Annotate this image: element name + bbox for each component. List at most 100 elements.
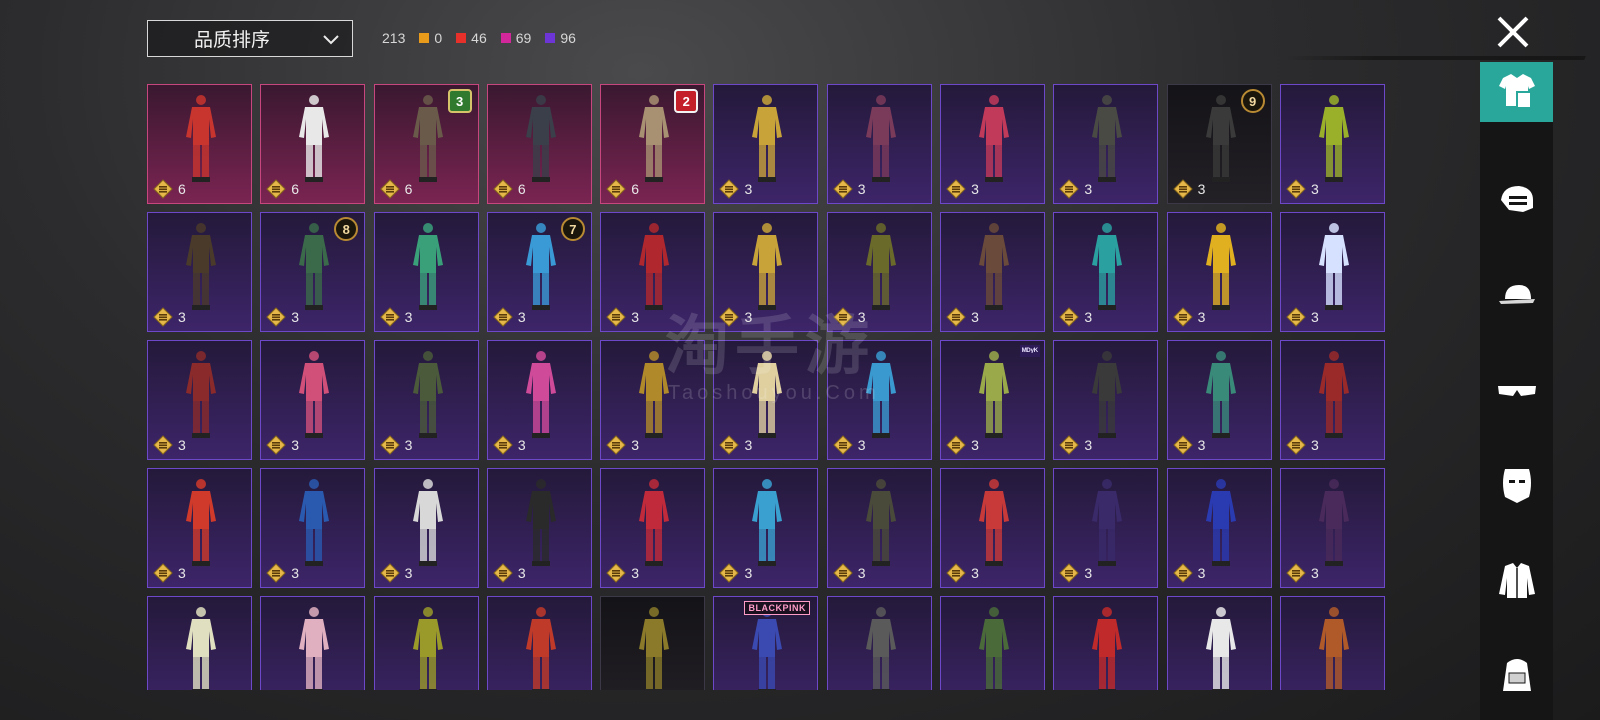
outfit-card[interactable]: 3 [1053,340,1159,460]
outfit-card[interactable]: 3 [147,212,252,332]
outfit-card[interactable]: 3 8 [260,212,366,332]
outfit-card[interactable]: 3 [147,340,252,460]
sort-dropdown[interactable]: 品质排序 [147,20,353,57]
outfit-figure [979,223,1010,310]
outfit-card[interactable]: 3 [147,468,252,588]
cost: 3 [1286,435,1319,455]
cost-value: 6 [517,181,526,197]
outfit-card[interactable]: 3 [1279,340,1385,460]
outfit-card[interactable]: 3 [486,468,592,588]
cost: 3 [1059,563,1092,583]
outfit-card[interactable]: 3 [600,340,706,460]
tab-outfit[interactable] [1480,62,1553,122]
outfit-figure [639,479,670,566]
outfit-card[interactable]: 3 [600,468,706,588]
outfit-figure [752,607,783,690]
outfit-figure [1318,95,1349,182]
coupon-icon [379,307,400,327]
outfit-figure [525,95,556,182]
outfit-card[interactable]: 3 [826,212,932,332]
outfit-card[interactable]: 3 [373,340,479,460]
outfit-card[interactable]: 3 [940,212,1046,332]
outfit-card[interactable]: 3 [1279,468,1385,588]
cost: 3 [266,307,299,327]
outfit-card[interactable]: 3 BLACKPINK [713,596,819,690]
cost-value: 6 [631,181,639,197]
tab-backpack[interactable] [1480,647,1553,707]
tab-glasses[interactable] [1480,362,1553,422]
outfit-figure [752,351,783,438]
outfit-card[interactable]: 3 [940,84,1046,204]
outfit-card[interactable]: 3 [940,596,1046,690]
total-count: 213 [382,30,406,46]
cost: 3 [379,435,412,455]
outfit-card[interactable]: 3 [600,212,706,332]
tab-hat[interactable] [1480,267,1553,327]
close-icon[interactable] [1493,12,1533,52]
outfit-card[interactable]: 3 [713,468,819,588]
coupon-icon [1172,179,1193,199]
outfit-card[interactable]: 3 [373,596,479,690]
outfit-figure [186,351,216,438]
outfit-card[interactable]: 3 [1053,468,1159,588]
outfit-card[interactable]: 3 9 [1166,84,1272,204]
tab-face[interactable] [1480,457,1553,517]
outfit-figure [525,223,556,310]
outfit-card[interactable]: 3 [826,468,932,588]
outfit-card[interactable]: 6 [260,84,366,204]
outfit-card[interactable]: 3 [373,468,479,588]
coupon-icon [1286,179,1306,199]
outfit-card[interactable]: 3 [1166,340,1272,460]
coupon-icon [606,563,626,583]
outfit-card[interactable]: 3 [1166,468,1272,588]
outfit-card[interactable]: 3 [1053,212,1159,332]
outfit-card[interactable]: 3 [1053,596,1159,690]
outfit-card[interactable]: 3 [1166,212,1272,332]
cost: 3 [1059,435,1092,455]
coupon-icon [1059,435,1080,455]
coupon-icon [1286,435,1306,455]
outfit-card[interactable]: 3 [373,212,479,332]
outfit-card[interactable]: 3 [147,596,252,690]
outfit-figure [1205,223,1236,310]
collab-tag: BLACKPINK [744,601,810,615]
cost: 3 [606,307,639,327]
outfit-card[interactable]: 3 7 [486,212,592,332]
outfit-card[interactable]: 3 [260,596,366,690]
tab-mask[interactable] [1480,172,1553,232]
outfit-card[interactable]: 3 [486,596,592,690]
outfit-card[interactable]: 3 [826,84,932,204]
outfit-card[interactable]: 3 [1279,84,1385,204]
outfit-card[interactable]: 3 [1279,596,1385,690]
outfit-card[interactable]: 3 [713,212,819,332]
coupon-icon [266,435,287,455]
outfit-card[interactable]: 6 [486,84,592,204]
outfit-card[interactable]: 3 [260,340,366,460]
outfit-card[interactable]: 3 [826,596,932,690]
outfit-card[interactable]: 3 [486,340,592,460]
outfit-card[interactable]: 6 3 [373,84,479,204]
outfit-card[interactable]: 3 [713,84,819,204]
tab-jacket[interactable] [1480,552,1553,612]
coupon-icon [1286,307,1306,327]
outfit-card[interactable]: 3 [940,468,1046,588]
outfit-card[interactable]: 3 [713,340,819,460]
cost-value: 3 [857,309,866,325]
cost-value: 3 [971,565,979,581]
outfit-card[interactable]: 3 [600,596,706,690]
outfit-card[interactable]: 6 2 [600,84,706,204]
outfit-card[interactable]: 3 [1053,84,1159,204]
coupon-icon [493,307,513,327]
cost-value: 3 [291,309,300,325]
outfit-card[interactable]: 3 [826,340,932,460]
outfit-card[interactable]: 3 ᴹᴰᵞᴷ [940,340,1046,460]
outfit-card[interactable]: 3 [1166,596,1272,690]
cost-value: 6 [291,181,300,197]
outfit-figure [299,95,330,182]
outfit-card[interactable]: 6 [147,84,252,204]
coupon-icon [1059,179,1080,199]
category-sidebar [1480,62,1553,720]
outfit-grid-viewport[interactable]: 6 6 6 3 6 6 2 3 3 3 3 3 9 3 3 3 8 3 3 7 … [147,84,1387,690]
outfit-card[interactable]: 3 [260,468,366,588]
outfit-card[interactable]: 3 [1279,212,1385,332]
